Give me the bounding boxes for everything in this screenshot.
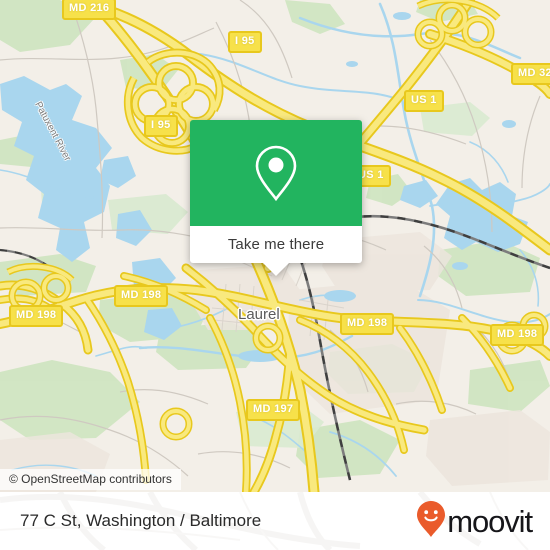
- osm-attribution[interactable]: © OpenStreetMap contributors: [0, 469, 181, 490]
- road-shield-md-197: MD 197: [246, 399, 301, 421]
- road-shield-i-95-mid: I 95: [144, 115, 178, 137]
- popup-tail-pointer: [263, 263, 289, 276]
- moovit-wordmark: moovit: [447, 503, 533, 539]
- road-shield-md-198-west: MD 198: [9, 305, 64, 327]
- road-shield-md-32: MD 32: [511, 63, 550, 85]
- road-shield-md-198-far-east: MD 198: [490, 324, 545, 346]
- moovit-logo[interactable]: moovit: [416, 500, 533, 543]
- road-shield-md-198-center: MD 198: [114, 285, 169, 307]
- map-canvas[interactable]: MD 216 I 95 I 95 US 1 MD 32 US 1 MD 198 …: [0, 0, 550, 492]
- road-shield-us-1-north: US 1: [404, 90, 444, 112]
- moovit-map-screenshot: MD 216 I 95 I 95 US 1 MD 32 US 1 MD 198 …: [0, 0, 550, 550]
- popup-action-bar[interactable]: Take me there: [190, 226, 362, 263]
- moovit-pin-smiley-icon: [416, 500, 446, 543]
- take-me-there-button[interactable]: Take me there: [228, 236, 324, 253]
- road-shield-md-198-east: MD 198: [340, 313, 395, 335]
- popup-image-area: [190, 120, 362, 226]
- address-label: 77 C St, Washington / Baltimore: [20, 511, 262, 530]
- road-shield-md-216: MD 216: [62, 0, 117, 20]
- destination-popup[interactable]: Take me there: [190, 120, 362, 276]
- map-pin-icon: [253, 144, 299, 202]
- road-shield-i-95-north: I 95: [228, 31, 262, 53]
- place-label-laurel: Laurel: [238, 306, 280, 323]
- footer-bar: 77 C St, Washington / Baltimore moovit: [0, 492, 550, 550]
